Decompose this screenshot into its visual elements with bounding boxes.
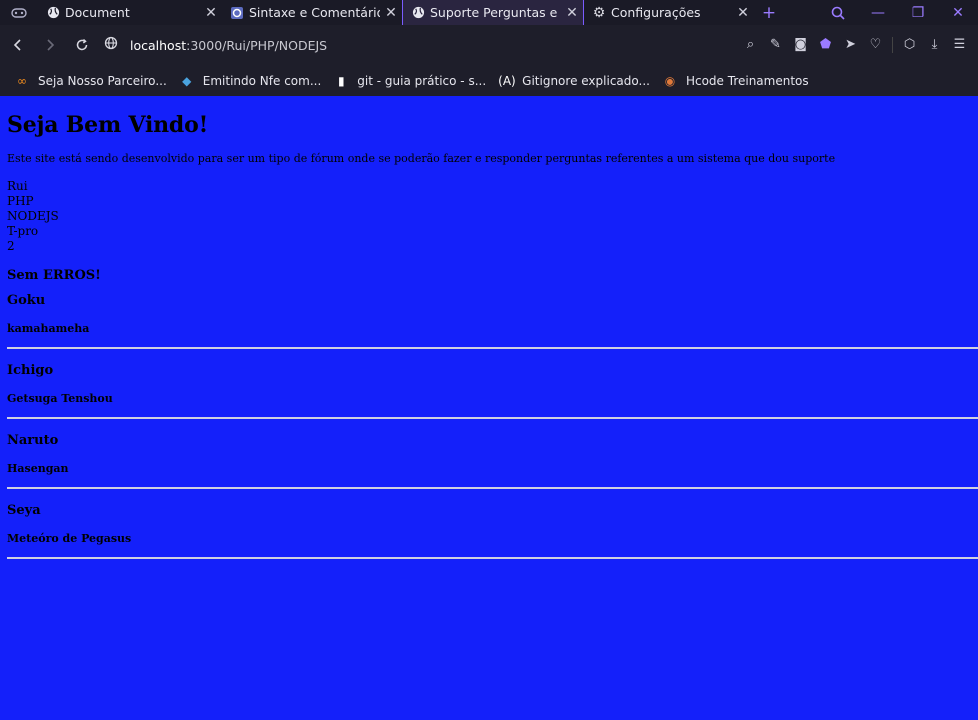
question-title: Naruto — [7, 433, 59, 448]
answer-text: kamahameha — [7, 322, 90, 335]
close-tab-icon[interactable]: ✕ — [732, 5, 754, 21]
qa-entry: Seya Meteóro de Pegasus — [7, 503, 978, 559]
bookmark-label: Emitindo Nfe com... — [202, 73, 322, 88]
divider — [892, 37, 893, 53]
tab-strip: Document ✕ Sintaxe e Comentários P ✕ Sup… — [0, 0, 978, 25]
tab-sintaxe[interactable]: Sintaxe e Comentários P ✕ — [222, 0, 402, 25]
bookmark-label: git - guia prático - s... — [357, 73, 487, 88]
close-window-icon[interactable]: ✕ — [938, 0, 978, 25]
qa-list: Goku kamahameha Ichigo Getsuga Tenshou N… — [7, 293, 978, 559]
shield-icon[interactable]: ⬟ — [813, 37, 838, 53]
meta-item: T-pro — [7, 224, 39, 238]
back-arrow-icon[interactable] — [2, 38, 34, 52]
url-path: :3000/Rui/PHP/NODEJS — [186, 37, 328, 53]
bookmark-item[interactable]: ◆ Emitindo Nfe com... — [179, 73, 322, 88]
hcode-icon: ◉ — [664, 73, 676, 88]
page-content: Seja Bem Vindo! Este site está sendo des… — [0, 96, 978, 720]
meta-item: 2 — [7, 239, 15, 253]
question-title: Seya — [7, 503, 41, 518]
window-controls: — ❐ ✕ — [818, 0, 978, 25]
divider — [7, 557, 978, 559]
bookmark-item[interactable]: (A) Gitignore explicado... — [498, 74, 650, 88]
address-bar[interactable]: localhost:3000/Rui/PHP/NODEJS — [104, 36, 738, 54]
question-title: Ichigo — [7, 363, 54, 378]
divider — [7, 417, 978, 419]
answer-text: Getsuga Tenshou — [7, 392, 113, 405]
answer-text: Meteóro de Pegasus — [7, 532, 132, 545]
tab-label: Suporte Perguntas e Res — [430, 5, 561, 20]
search-tabs-icon[interactable] — [818, 0, 858, 25]
tab-suporte[interactable]: Suporte Perguntas e Res ✕ — [402, 0, 584, 25]
bookmark-item[interactable]: ▮ git - guia prático - s... — [333, 74, 486, 88]
cube-icon: ◆ — [182, 73, 192, 88]
globe-icon — [411, 6, 425, 20]
meta-item: PHP — [7, 194, 34, 208]
page-icon — [230, 6, 244, 20]
send-icon[interactable]: ➤ — [838, 37, 863, 53]
globe-icon — [46, 6, 60, 20]
bookmark-label: Gitignore explicado... — [522, 73, 650, 88]
restore-icon[interactable]: ❐ — [898, 0, 938, 25]
bookmark-label: Seja Nosso Parceiro... — [38, 73, 167, 88]
zoom-search-icon[interactable]: ⌕ — [738, 37, 763, 53]
bookmark-label: Hcode Treinamentos — [685, 73, 809, 88]
heart-icon[interactable]: ♡ — [863, 37, 888, 53]
cube-icon[interactable]: ⬡ — [897, 37, 922, 53]
partner-icon: ∞ — [17, 73, 27, 88]
page-title: Seja Bem Vindo! — [7, 112, 209, 138]
meta-item: Rui — [7, 179, 28, 193]
answer-text: Hasengan — [7, 462, 69, 475]
bookmark-item[interactable]: ∞ Seja Nosso Parceiro... — [14, 74, 167, 88]
tab-configuracoes[interactable]: ⚙ Configurações ✕ — [584, 0, 754, 25]
toolbar-icons: ⌕ ✎ ◙ ⬟ ➤ ♡ ⬡ ⤓ ☰ — [738, 37, 972, 53]
site-info-icon[interactable] — [104, 36, 130, 54]
camera-icon[interactable]: ◙ — [788, 37, 813, 53]
divider — [7, 347, 978, 349]
close-tab-icon[interactable]: ✕ — [380, 5, 402, 21]
url-text: localhost:3000/Rui/PHP/NODEJS — [130, 38, 327, 53]
url-host: localhost — [130, 37, 187, 53]
address-toolbar: localhost:3000/Rui/PHP/NODEJS ⌕ ✎ ◙ ⬟ ➤ … — [0, 25, 978, 65]
tab-document[interactable]: Document ✕ — [38, 0, 222, 25]
gx-corner-icon[interactable] — [0, 0, 38, 25]
gear-icon: ⚙ — [592, 4, 606, 21]
forward-arrow-icon[interactable] — [34, 38, 66, 52]
tab-label: Document — [65, 5, 130, 20]
bookmarks-bar: ∞ Seja Nosso Parceiro... ◆ Emitindo Nfe … — [0, 65, 978, 96]
minimize-icon[interactable]: — — [858, 0, 898, 25]
intro-text: Este site está sendo desenvolvido para s… — [7, 152, 836, 165]
settings-menu-icon[interactable]: ☰ — [947, 37, 972, 53]
qa-entry: Naruto Hasengan — [7, 433, 978, 489]
question-title: Goku — [7, 293, 46, 308]
status-text: Sem ERROS! — [7, 268, 101, 283]
divider — [7, 487, 978, 489]
tab-label: Configurações — [611, 5, 701, 20]
tab-label: Sintaxe e Comentários P — [249, 5, 380, 20]
qa-entry: Goku kamahameha — [7, 293, 978, 349]
edit-share-icon[interactable]: ✎ — [763, 37, 788, 53]
qa-entry: Ichigo Getsuga Tenshou — [7, 363, 978, 419]
meta-list: Rui PHP NODEJS T-pro 2 — [7, 179, 978, 254]
close-tab-icon[interactable]: ✕ — [561, 5, 583, 21]
file-icon: ▮ — [337, 73, 345, 88]
reload-icon[interactable] — [66, 38, 98, 52]
angular-icon: (A) — [498, 73, 516, 88]
download-icon[interactable]: ⤓ — [922, 37, 947, 53]
close-tab-icon[interactable]: ✕ — [200, 5, 222, 21]
meta-item: NODEJS — [7, 209, 59, 223]
bookmark-item[interactable]: ◉ Hcode Treinamentos — [662, 74, 809, 88]
new-tab-plus-icon[interactable]: + — [754, 0, 784, 25]
